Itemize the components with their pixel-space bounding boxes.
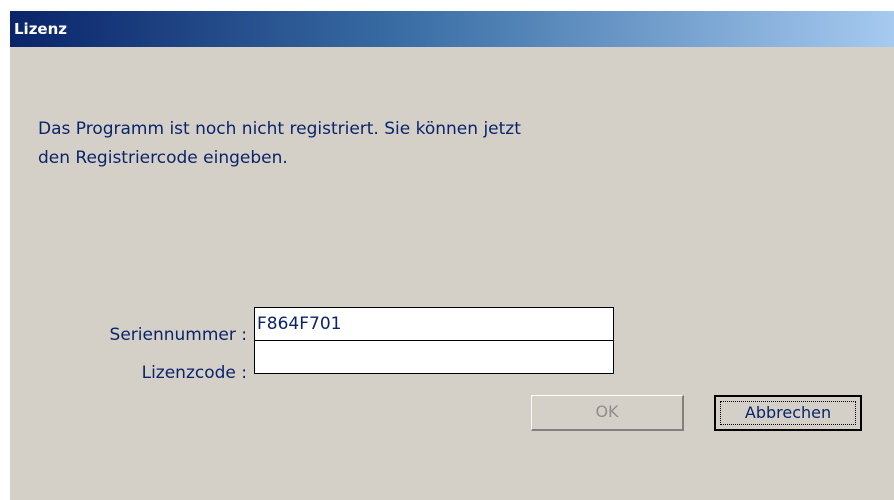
title-bar[interactable]: Lizenz	[10, 11, 894, 47]
cancel-button-label: Abbrechen	[720, 401, 856, 425]
serial-number-label: Seriennummer :	[109, 325, 247, 345]
registration-message: Das Programm ist noch nicht registriert.…	[38, 115, 738, 173]
ok-button[interactable]: OK	[531, 395, 684, 431]
license-dialog: Lizenz Das Programm ist noch nicht regis…	[9, 10, 894, 500]
message-line-1: Das Programm ist noch nicht registriert.…	[38, 119, 521, 139]
license-code-label: Lizenzcode :	[141, 363, 247, 383]
window-title: Lizenz	[14, 20, 68, 38]
message-line-2: den Registriercode eingeben.	[38, 148, 288, 168]
serial-number-field[interactable]	[254, 307, 614, 341]
cancel-button[interactable]: Abbrechen	[714, 395, 862, 431]
license-code-field[interactable]	[254, 340, 614, 374]
